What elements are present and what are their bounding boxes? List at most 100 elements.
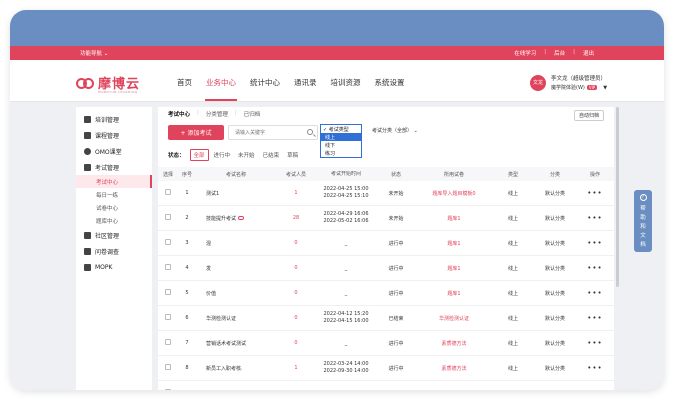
sidebar-item-mopk[interactable]: MOPK bbox=[76, 259, 152, 275]
table-row[interactable]: 4 发 0 _ 进行中 题库1 线上 默认分类 ••• bbox=[158, 256, 614, 281]
row-checkbox[interactable] bbox=[165, 389, 171, 390]
more-actions-icon[interactable]: ••• bbox=[576, 239, 614, 247]
nav-system-settings[interactable]: 系统设置 bbox=[368, 77, 412, 102]
row-checkbox[interactable] bbox=[165, 339, 171, 345]
exam-paper-link[interactable]: 题库1 bbox=[416, 240, 492, 247]
exam-name[interactable]: 营销话术考试 bbox=[196, 390, 276, 391]
exam-people-count[interactable]: 0 bbox=[276, 315, 316, 321]
exam-type: 线上 bbox=[507, 340, 518, 347]
status-option-ongoing[interactable]: 进行中 bbox=[211, 150, 234, 160]
exam-name[interactable]: 华测检测认证 bbox=[196, 315, 276, 322]
exam-name[interactable]: 新员工入职考核. bbox=[196, 365, 276, 372]
exam-people-count[interactable]: 0 bbox=[276, 290, 316, 296]
table-row[interactable]: 3 混 0 _ 进行中 题库1 线上 默认分类 ••• bbox=[158, 231, 614, 256]
exam-paper-link[interactable]: 题库1 bbox=[416, 290, 492, 297]
auto-archive-button[interactable]: 自动归档 bbox=[573, 110, 604, 121]
sidebar-item-exams[interactable]: 考试管理 bbox=[76, 159, 152, 175]
table-row[interactable]: 7 营销话术考试测试 0 _ 进行中 素质德方法 线上 默认分类 ••• bbox=[158, 331, 614, 356]
backend-link[interactable]: 后台 bbox=[554, 49, 565, 57]
table-row[interactable]: 9营销话术考试0_进行中销售能力试卷线上默认分类••• bbox=[158, 381, 614, 390]
sidebar-item-courses[interactable]: 课程管理 bbox=[76, 127, 152, 143]
table-row[interactable]: 5 价值 0 _ 进行中 题库1 线上 默认分类 ••• bbox=[158, 281, 614, 306]
table-row[interactable]: 2 技能提升考试 28 2022-04-29 16:06 2022-05-02 16:0… bbox=[158, 206, 614, 231]
exam-name[interactable]: 营销话术考试测试 bbox=[196, 340, 276, 347]
more-actions-icon[interactable]: ••• bbox=[576, 214, 614, 222]
exam-table: 选择 序号 考试名称 考试人员 考试开始时间 状态 所用试卷 类型 分类 操作 … bbox=[158, 167, 614, 390]
row-checkbox[interactable] bbox=[165, 289, 171, 295]
table-row[interactable]: 8 新员工入职考核. 1 2022-03-24 14:00 2022-09-30 14:… bbox=[158, 356, 614, 381]
status-option-ended[interactable]: 已结束 bbox=[260, 150, 283, 160]
more-actions-icon[interactable]: ••• bbox=[576, 389, 614, 390]
nav-home[interactable]: 首页 bbox=[170, 77, 199, 102]
nav-contacts[interactable]: 通讯录 bbox=[287, 77, 324, 102]
table-row[interactable]: 1 测试1 1 2022-04-25 15:00 2022-04-25 15:10 未开始… bbox=[158, 181, 614, 206]
exam-people-count[interactable]: 0 bbox=[276, 240, 316, 246]
more-actions-icon[interactable]: ••• bbox=[576, 314, 614, 322]
exam-paper-link[interactable]: 华测检测认证 bbox=[416, 315, 492, 322]
category-select[interactable]: 考试分类（全部） ⌄ bbox=[372, 127, 418, 134]
exam-name[interactable]: 价值 bbox=[196, 290, 276, 297]
exam-type-dropdown[interactable]: ✓ 考试类型 线上 线下 练习 bbox=[320, 124, 362, 158]
sidebar-sub-paper-center[interactable]: 试卷中心 bbox=[76, 201, 152, 214]
more-actions-icon[interactable]: ••• bbox=[576, 289, 614, 297]
row-checkbox[interactable] bbox=[165, 314, 171, 320]
logout-link[interactable]: 退出 bbox=[583, 49, 594, 57]
exam-name[interactable]: 测试1 bbox=[196, 190, 276, 197]
help-docs-button[interactable]: ? 帮 助 和 文 档 bbox=[634, 190, 652, 252]
search-input[interactable] bbox=[229, 126, 301, 139]
online-learning-link[interactable]: 在线学习 bbox=[514, 49, 536, 57]
row-checkbox[interactable] bbox=[165, 264, 171, 270]
row-number: 8 bbox=[185, 365, 189, 371]
exam-people-count[interactable]: 28 bbox=[276, 215, 316, 221]
search-icon[interactable] bbox=[307, 129, 313, 135]
more-actions-icon[interactable]: ••• bbox=[576, 364, 614, 372]
dropdown-option-online[interactable]: 线上 bbox=[321, 133, 361, 141]
exam-name[interactable]: 发 bbox=[196, 265, 276, 272]
add-exam-button[interactable]: + 添加考试 bbox=[168, 125, 224, 140]
exam-paper-link[interactable]: 素质德方法 bbox=[416, 365, 492, 372]
nav-business-center[interactable]: 业务中心 bbox=[199, 77, 243, 102]
circle-icon bbox=[84, 147, 91, 155]
tab-exam-center[interactable]: 考试中心 bbox=[168, 110, 197, 118]
sidebar-item-training[interactable]: 培训管理 bbox=[76, 111, 152, 127]
exam-people-count[interactable]: 1 bbox=[276, 365, 316, 371]
dropdown-option-practice[interactable]: 练习 bbox=[321, 149, 361, 157]
status-option-draft[interactable]: 草稿 bbox=[284, 150, 301, 160]
sidebar-item-omo[interactable]: OMO课堂 bbox=[76, 143, 152, 159]
more-actions-icon[interactable]: ••• bbox=[576, 189, 614, 197]
exam-paper-link[interactable]: 素质德方法 bbox=[416, 340, 492, 347]
row-checkbox[interactable] bbox=[165, 214, 171, 220]
scrollbar[interactable] bbox=[616, 107, 619, 287]
dropdown-option-all[interactable]: ✓ 考试类型 bbox=[321, 125, 361, 133]
sidebar-item-survey[interactable]: 问卷调查 bbox=[76, 243, 152, 259]
exam-people-count[interactable]: 0 bbox=[276, 265, 316, 271]
table-row[interactable]: 6 华测检测认证 0 2022-04-12 15:20 2022-04-15 16:00… bbox=[158, 306, 614, 331]
exam-paper-link[interactable]: 销售能力试卷 bbox=[416, 390, 492, 391]
sidebar-sub-question-bank[interactable]: 题库中心 bbox=[76, 214, 152, 227]
site-nav-menu[interactable]: 功能导航 ⌄ bbox=[80, 49, 108, 57]
tab-category-management[interactable]: 分类管理 bbox=[206, 110, 235, 118]
more-actions-icon[interactable]: ••• bbox=[576, 339, 614, 347]
sidebar-sub-daily-practice[interactable]: 每日一练 bbox=[76, 188, 152, 201]
tab-archived[interactable]: 已归档 bbox=[244, 110, 268, 118]
caret-down-icon[interactable]: ▼ bbox=[603, 85, 607, 91]
status-option-all[interactable]: 全部 bbox=[189, 149, 209, 161]
exam-paper-link[interactable]: 题库导入题目模板0 bbox=[416, 190, 492, 197]
exam-paper-link[interactable]: 题库1 bbox=[416, 265, 492, 272]
nav-training-resources[interactable]: 培训资源 bbox=[324, 77, 368, 102]
exam-name[interactable]: 技能提升考试 bbox=[196, 215, 276, 222]
sidebar-item-community[interactable]: 社区管理 bbox=[76, 227, 152, 243]
row-checkbox[interactable] bbox=[165, 239, 171, 245]
more-actions-icon[interactable]: ••• bbox=[576, 264, 614, 272]
nav-statistics[interactable]: 统计中心 bbox=[243, 77, 287, 102]
status-option-not-started[interactable]: 未开始 bbox=[235, 150, 258, 160]
exam-name[interactable]: 混 bbox=[196, 240, 276, 247]
sidebar-sub-exam-center[interactable]: 考试中心 bbox=[76, 175, 152, 188]
dropdown-option-offline[interactable]: 线下 bbox=[321, 141, 361, 149]
exam-people-count[interactable]: 1 bbox=[276, 190, 316, 196]
row-checkbox[interactable] bbox=[165, 364, 171, 370]
exam-people-count[interactable]: 0 bbox=[276, 340, 316, 346]
user-menu[interactable]: 文龙 李文龙（超级管理员） 魔学院体验(W) VIP ▼ bbox=[530, 74, 607, 91]
row-checkbox[interactable] bbox=[165, 189, 171, 195]
exam-paper-link[interactable]: 题库1 bbox=[416, 215, 492, 222]
